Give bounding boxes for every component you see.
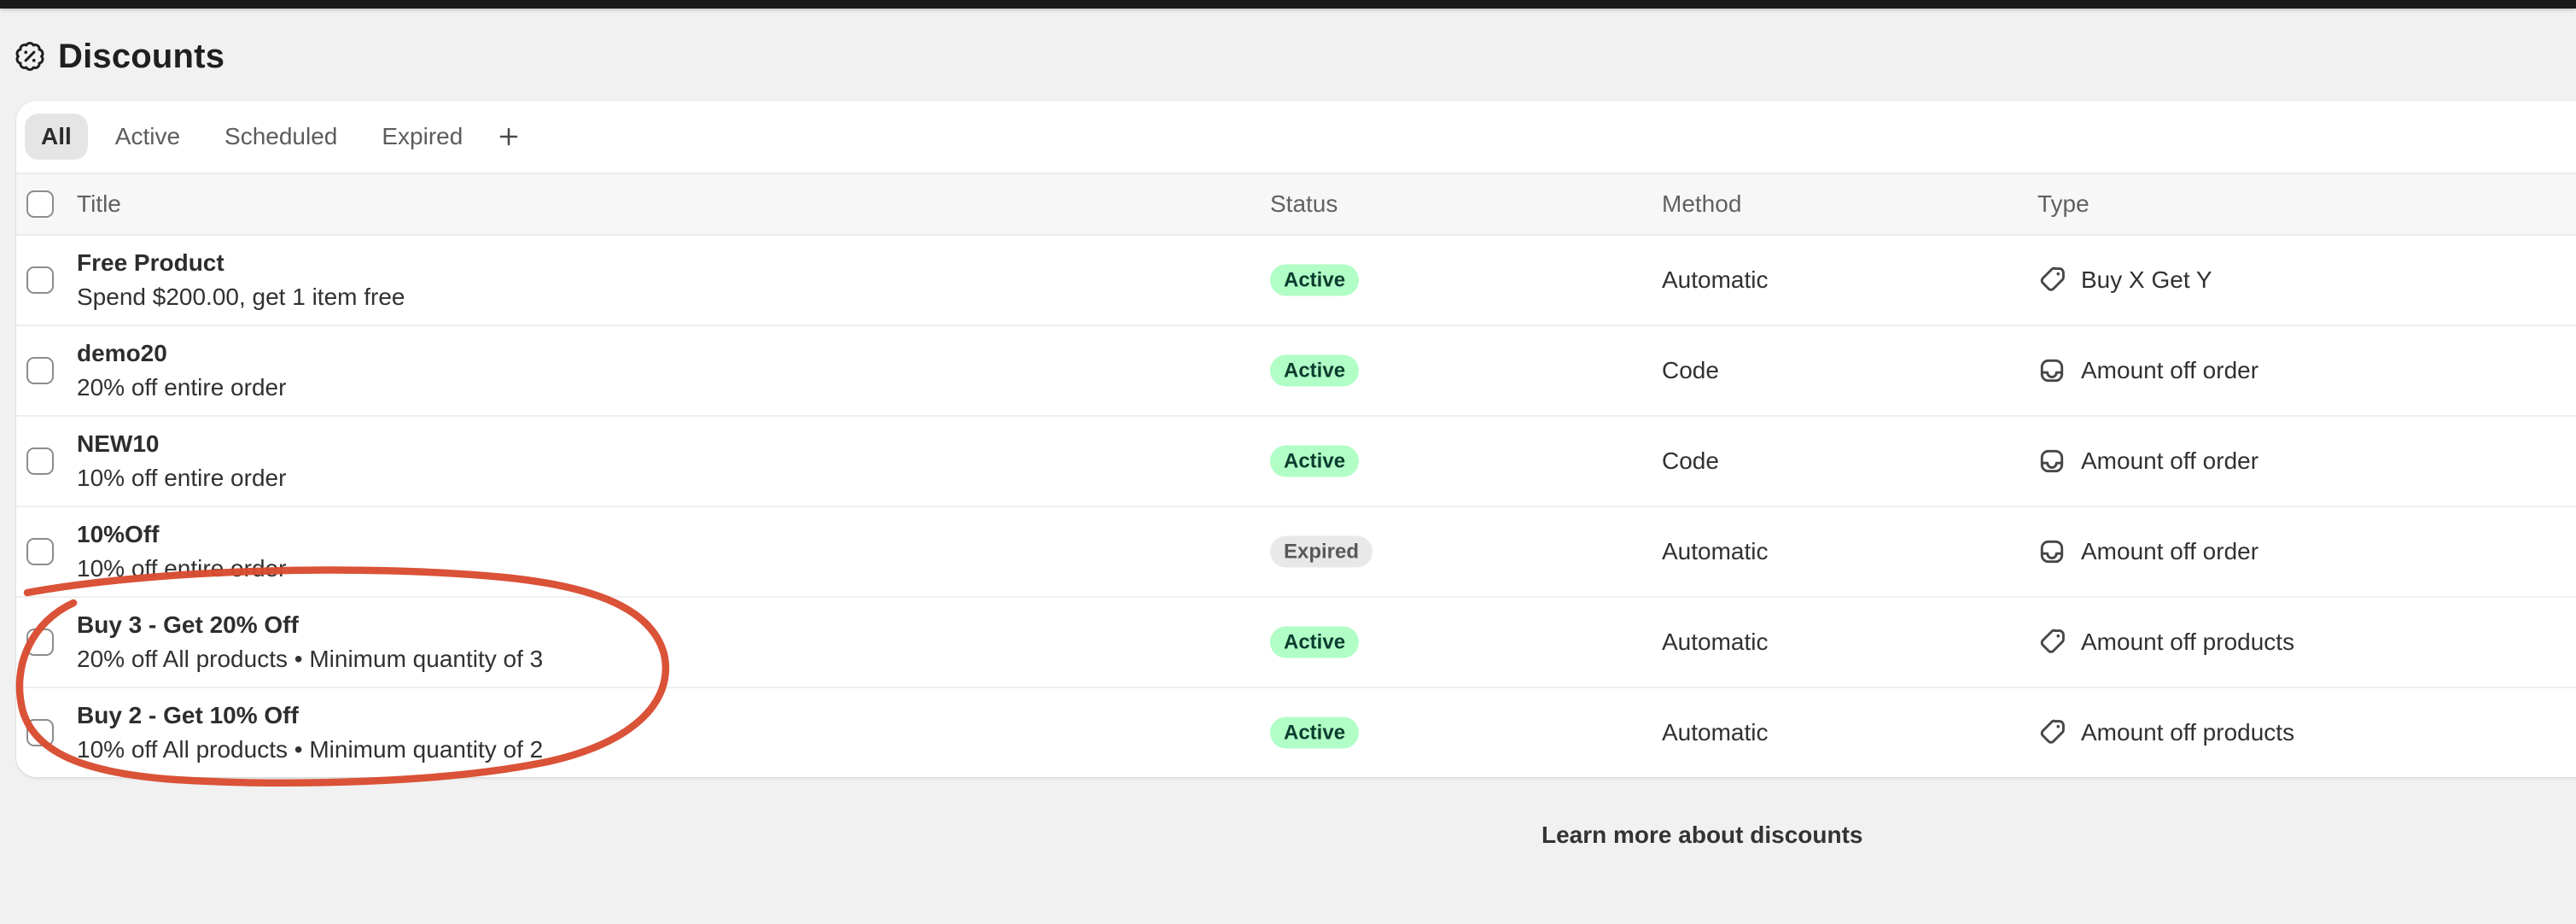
status-badge: Active <box>1270 627 1359 658</box>
method-value: Automatic <box>1662 629 1769 656</box>
discounts-table: Title Status Method Type Free Product Sp… <box>16 173 2576 777</box>
discount-title: demo20 <box>77 336 286 371</box>
type-value: Amount off order <box>2081 538 2258 565</box>
discount-title: Buy 2 - Get 10% Off <box>77 699 543 733</box>
discounts-seal-icon <box>14 40 46 73</box>
discount-summary: 10% off entire order <box>77 552 286 586</box>
top-navigation-bar-edge <box>0 0 2576 9</box>
discount-title: Buy 3 - Get 20% Off <box>77 608 543 642</box>
table-row[interactable]: demo20 20% off entire order Active Code … <box>16 326 2576 417</box>
discount-title: Free Product <box>77 246 405 280</box>
tag-icon <box>2037 628 2066 657</box>
discount-summary: 10% off entire order <box>77 461 286 495</box>
discount-summary: 10% off All products • Minimum quantity … <box>77 733 543 767</box>
status-badge: Active <box>1270 355 1359 387</box>
discount-title: NEW10 <box>77 427 286 461</box>
tab-active[interactable]: Active <box>93 114 202 160</box>
status-badge: Active <box>1270 446 1359 477</box>
row-checkbox[interactable] <box>26 266 54 294</box>
method-value: Automatic <box>1662 266 1769 294</box>
order-icon <box>2037 356 2066 385</box>
row-checkbox[interactable] <box>26 447 54 475</box>
page-title: Discounts <box>58 38 224 76</box>
type-value: Amount off order <box>2081 357 2258 384</box>
table-row[interactable]: Buy 2 - Get 10% Off 10% off All products… <box>16 688 2576 777</box>
row-checkbox[interactable] <box>26 538 54 565</box>
method-value: Code <box>1662 447 1719 475</box>
column-header-method: Method <box>1662 190 1741 218</box>
row-checkbox[interactable] <box>26 629 54 656</box>
status-badge: Active <box>1270 717 1359 749</box>
tab-expired[interactable]: Expired <box>359 114 485 160</box>
row-checkbox[interactable] <box>26 357 54 384</box>
row-checkbox[interactable] <box>26 719 54 746</box>
method-value: Automatic <box>1662 719 1769 746</box>
type-value: Buy X Get Y <box>2081 266 2212 294</box>
order-icon <box>2037 537 2066 566</box>
type-value: Amount off products <box>2081 629 2294 656</box>
table-row[interactable]: Buy 3 - Get 20% Off 20% off All products… <box>16 598 2576 688</box>
learn-more-link[interactable]: Learn more about discounts <box>1542 822 1863 849</box>
filter-tab-bar: All Active Scheduled Expired <box>16 101 2576 173</box>
discount-summary: 20% off All products • Minimum quantity … <box>77 642 543 676</box>
status-badge: Active <box>1270 265 1359 296</box>
type-value: Amount off order <box>2081 447 2258 475</box>
discounts-card: All Active Scheduled Expired Title Statu… <box>16 101 2576 777</box>
column-header-status: Status <box>1270 190 1338 218</box>
table-row[interactable]: NEW10 10% off entire order Active Code A… <box>16 417 2576 507</box>
type-value: Amount off products <box>2081 719 2294 746</box>
tag-icon <box>2037 718 2066 747</box>
discount-summary: 20% off entire order <box>77 371 286 405</box>
discount-summary: Spend $200.00, get 1 item free <box>77 280 405 314</box>
page-header: Discounts <box>14 36 224 77</box>
tab-all[interactable]: All <box>25 114 88 160</box>
add-view-button[interactable] <box>485 114 533 160</box>
method-value: Code <box>1662 357 1719 384</box>
table-row[interactable]: Free Product Spend $200.00, get 1 item f… <box>16 236 2576 326</box>
method-value: Automatic <box>1662 538 1769 565</box>
tab-scheduled[interactable]: Scheduled <box>202 114 359 160</box>
table-row[interactable]: 10%Off 10% off entire order Expired Auto… <box>16 507 2576 598</box>
table-header-row: Title Status Method Type <box>16 173 2576 236</box>
select-all-checkbox[interactable] <box>26 190 54 218</box>
status-badge: Expired <box>1270 536 1373 568</box>
column-header-title: Title <box>77 190 121 218</box>
order-icon <box>2037 447 2066 476</box>
column-header-type: Type <box>2037 190 2089 218</box>
plus-icon <box>496 124 522 149</box>
discounts-admin-page: { "page": { "title": "Discounts" }, "tab… <box>0 0 2576 924</box>
discount-title: 10%Off <box>77 518 286 552</box>
tag-icon <box>2037 266 2066 295</box>
